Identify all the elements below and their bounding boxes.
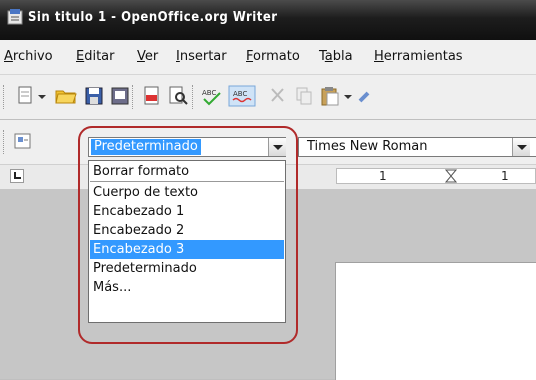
ruler-mark: 1	[501, 169, 509, 183]
autospellcheck-icon[interactable]: ABC	[228, 85, 256, 107]
paste-icon[interactable]	[318, 85, 342, 107]
toolbar-separator	[192, 85, 195, 109]
format-paintbrush-icon[interactable]	[356, 85, 380, 107]
chevron-down-icon[interactable]	[342, 85, 354, 107]
svg-text:ABC: ABC	[202, 89, 216, 97]
window-title: Sin titulo 1 - OpenOffice.org Writer	[28, 10, 278, 25]
menu-herramientas[interactable]: Herramientas	[374, 49, 463, 64]
font-dropdown-button[interactable]	[512, 138, 530, 156]
copy-icon[interactable]	[292, 85, 316, 107]
highlight-annotation	[78, 126, 298, 344]
standard-toolbar: ABC ABC	[0, 75, 536, 119]
menu-bar: Archivo Editar Ver Insertar Formato Tabl…	[0, 40, 536, 75]
title-bar: Sin titulo 1 - OpenOffice.org Writer	[0, 0, 536, 40]
toolbar-grip[interactable]	[3, 85, 6, 109]
spellcheck-icon[interactable]: ABC	[200, 85, 224, 107]
menu-insertar[interactable]: Insertar	[176, 49, 227, 64]
menu-archivo[interactable]: Archivo	[4, 49, 53, 64]
indent-marker-icon[interactable]	[445, 169, 457, 183]
document-page[interactable]	[335, 262, 536, 380]
menu-ver[interactable]: Ver	[137, 49, 158, 64]
chevron-down-icon[interactable]	[36, 85, 48, 107]
export-pdf-icon[interactable]	[140, 85, 164, 107]
save-icon[interactable]	[82, 85, 106, 107]
ruler-mark: 1	[379, 169, 387, 183]
tab-stop-icon[interactable]	[10, 169, 24, 183]
print-preview-icon[interactable]	[166, 85, 190, 107]
horizontal-ruler[interactable]: 1 1	[336, 168, 536, 184]
font-name-combobox[interactable]: Times New Roman	[298, 137, 536, 157]
styles-and-formatting-icon[interactable]	[12, 130, 36, 152]
menu-tabla[interactable]: Tabla	[319, 49, 353, 64]
cut-icon[interactable]	[266, 85, 290, 107]
menu-formato[interactable]: Formato	[246, 49, 300, 64]
chevron-down-icon	[517, 145, 527, 150]
new-document-icon[interactable]	[14, 85, 38, 107]
writer-app-icon	[7, 9, 23, 25]
svg-text:ABC: ABC	[233, 90, 247, 98]
toolbar-separator	[132, 85, 135, 109]
open-folder-icon[interactable]	[54, 85, 78, 107]
menu-editar[interactable]: Editar	[76, 49, 115, 64]
toolbar-grip[interactable]	[3, 130, 6, 154]
edit-file-icon[interactable]	[108, 85, 132, 107]
font-name-value[interactable]: Times New Roman	[307, 139, 427, 154]
